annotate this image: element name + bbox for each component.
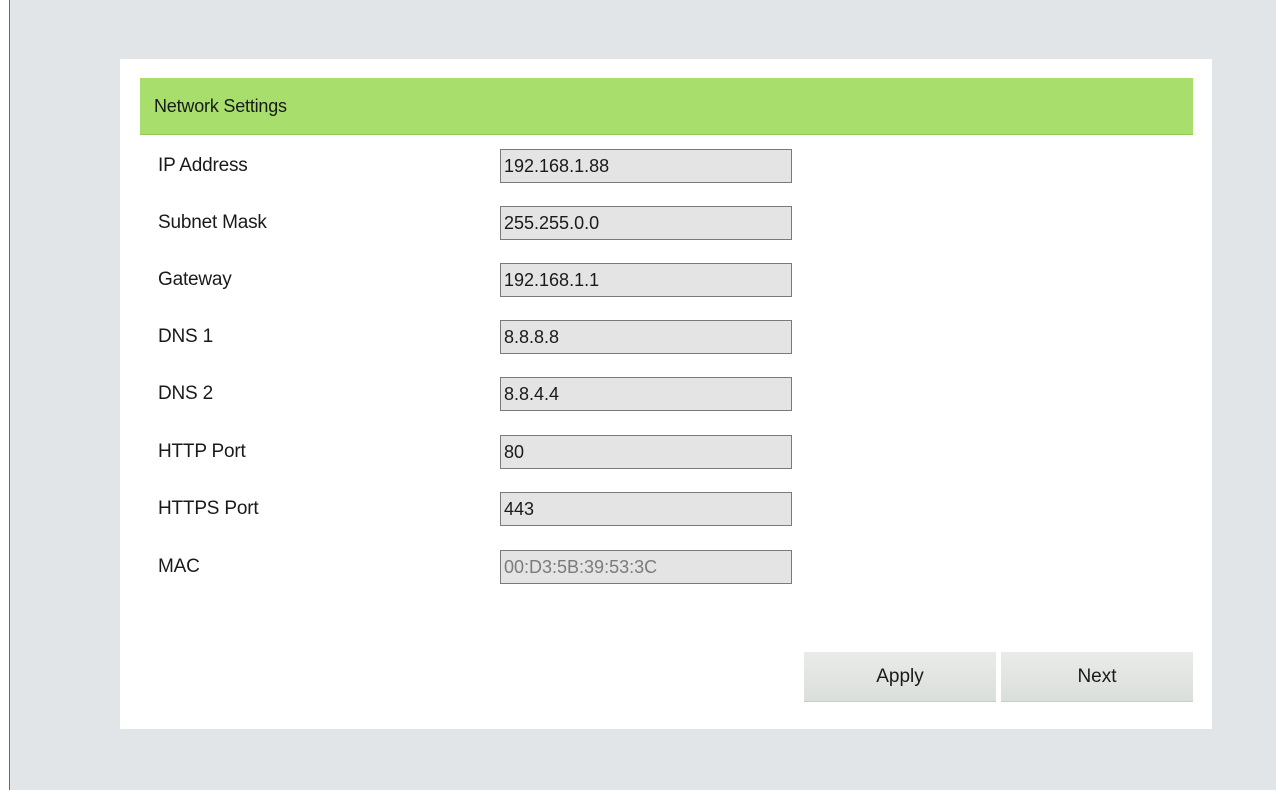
gateway-field[interactable] — [500, 263, 792, 297]
mac-label: MAC — [158, 556, 200, 577]
ip-address-field[interactable] — [500, 149, 792, 183]
subnet-mask-row: Subnet Mask — [120, 206, 1212, 246]
section-title: Network Settings — [154, 96, 287, 116]
section-header: Network Settings — [140, 78, 1193, 135]
dns2-label: DNS 2 — [158, 383, 213, 404]
subnet-mask-field[interactable] — [500, 206, 792, 240]
http-port-field[interactable] — [500, 435, 792, 469]
dns2-field[interactable] — [500, 377, 792, 411]
http-port-row: HTTP Port — [120, 435, 1212, 475]
dns1-field[interactable] — [500, 320, 792, 354]
dns2-row: DNS 2 — [120, 377, 1212, 417]
ip-address-label: IP Address — [158, 155, 248, 176]
ip-address-row: IP Address — [120, 149, 1212, 189]
gateway-label: Gateway — [158, 269, 232, 290]
subnet-mask-label: Subnet Mask — [158, 212, 267, 233]
gateway-row: Gateway — [120, 263, 1212, 303]
apply-button[interactable]: Apply — [804, 652, 996, 702]
next-button[interactable]: Next — [1001, 652, 1193, 702]
http-port-label: HTTP Port — [158, 441, 246, 462]
https-port-label: HTTPS Port — [158, 498, 259, 519]
https-port-field[interactable] — [500, 492, 792, 526]
dns1-label: DNS 1 — [158, 326, 213, 347]
mac-row: MAC — [120, 550, 1212, 590]
network-settings-panel: Network Settings IP Address Subnet Mask … — [120, 59, 1212, 729]
dns1-row: DNS 1 — [120, 320, 1212, 360]
window-left-edge — [0, 0, 10, 790]
mac-field — [500, 550, 792, 584]
https-port-row: HTTPS Port — [120, 492, 1212, 532]
